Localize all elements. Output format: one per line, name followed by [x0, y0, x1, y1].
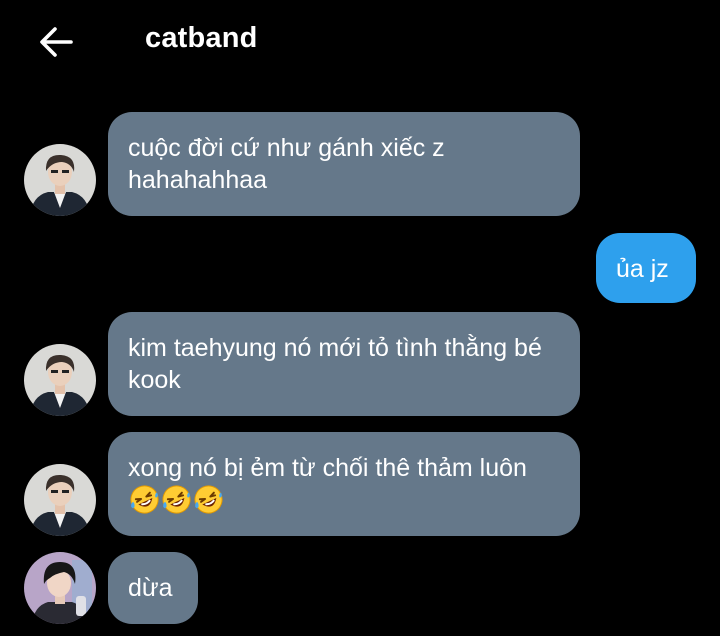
- chat-header: catband: [0, 0, 720, 80]
- rofl-emoji: [162, 485, 191, 514]
- message-bubble[interactable]: dừa: [108, 552, 198, 624]
- avatar[interactable]: [24, 344, 96, 416]
- message-bubble[interactable]: cuộc đời cứ như gánh xiếc z hahahahhaa: [108, 112, 580, 216]
- message-bubble-outgoing[interactable]: ủa jz: [596, 233, 696, 303]
- rofl-emoji: [194, 485, 223, 514]
- emoji-group: [128, 484, 224, 515]
- avatar[interactable]: [24, 464, 96, 536]
- avatar[interactable]: [24, 144, 96, 216]
- message-text: dừa: [128, 574, 173, 602]
- rofl-emoji: [130, 485, 159, 514]
- message-text: cuộc đời cứ như gánh xiếc z hahahahhaa: [128, 134, 445, 194]
- message-text: kim taehyung nó mới tỏ tình thằng bé koo…: [128, 334, 542, 394]
- back-button[interactable]: [34, 20, 78, 64]
- avatar[interactable]: [24, 552, 96, 624]
- message-text: ủa jz: [616, 255, 669, 283]
- arrow-left-icon: [40, 27, 73, 57]
- message-bubble[interactable]: xong nó bị ẻm từ chối thê thảm luôn: [108, 432, 580, 536]
- chat-title[interactable]: catband: [145, 22, 258, 55]
- message-bubble[interactable]: kim taehyung nó mới tỏ tình thằng bé koo…: [108, 312, 580, 416]
- message-text: xong nó bị ẻm từ chối thê thảm luôn: [128, 454, 527, 482]
